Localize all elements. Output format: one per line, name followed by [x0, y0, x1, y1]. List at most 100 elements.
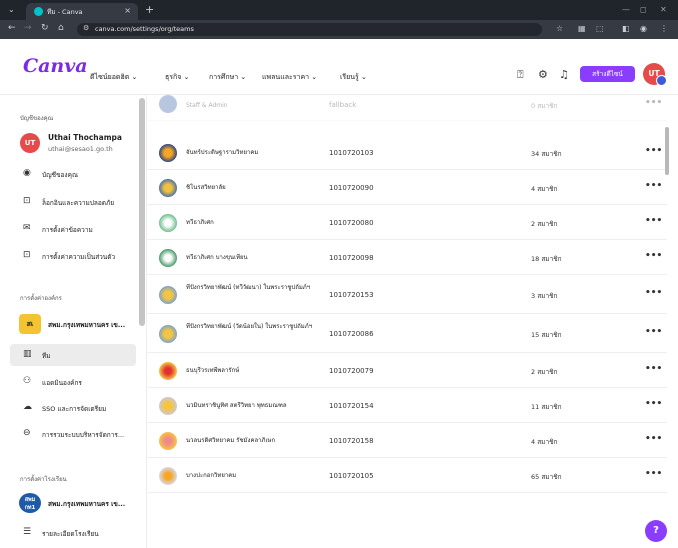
team-members: 0 สมาชิก	[531, 102, 558, 110]
create-design-button[interactable]: สร้างดีไซน์	[580, 66, 635, 82]
window-close-icon[interactable]: ✕	[660, 5, 667, 14]
sidebar-item-your-account[interactable]: ◉ บัญชีของคุณ	[0, 163, 138, 185]
back-icon[interactable]: ←	[8, 23, 16, 33]
browser-toolbar: ← → ↻ ⌂ ⚙ canva.com/settings/org/teams ☆…	[0, 20, 678, 39]
browser-tab[interactable]: ทีม - Canva ×	[26, 3, 138, 20]
sidebar-item-privacy[interactable]: ⊡ การตั้งค่าความเป็นส่วนตัว	[0, 245, 138, 267]
maximize-icon[interactable]: ◻	[640, 5, 647, 14]
more-options-icon[interactable]: •••	[645, 146, 662, 156]
more-options-icon[interactable]: •••	[645, 364, 662, 374]
notification-bell-icon[interactable]: ♫	[559, 68, 569, 81]
team-logo	[159, 325, 177, 343]
cloud-icon: ☁	[23, 402, 32, 412]
puzzle-icon[interactable]: ⬚	[596, 24, 604, 33]
table-row[interactable]: ทวีธาภิเศก 1010720080 2 สมาชิก •••	[147, 206, 667, 240]
tab-close-icon[interactable]: ×	[124, 6, 131, 15]
user-avatar: UT	[20, 133, 40, 153]
sidebar-item-sso[interactable]: ☁ SSO และการจัดเตรียม	[0, 397, 138, 419]
table-row[interactable]: ชิโนรสวิทยาลัย 1010720090 4 สมาชิก •••	[147, 171, 667, 205]
nav-pricing[interactable]: แพลนและราคา ⌄	[262, 72, 317, 83]
table-row[interactable]: ธนบุรีวรเทพีพลารักษ์ 1010720079 2 สมาชิก…	[147, 354, 667, 388]
forward-icon[interactable]: →	[24, 23, 32, 33]
more-options-icon[interactable]: •••	[645, 216, 662, 226]
more-options-icon[interactable]: •••	[645, 288, 662, 298]
reload-icon[interactable]: ↻	[41, 23, 49, 33]
more-options-icon[interactable]: •••	[645, 181, 662, 191]
canva-logo[interactable]: Canva	[23, 55, 88, 77]
lock-icon: ⊡	[23, 196, 31, 206]
team-members: 18 สมาชิก	[531, 255, 562, 263]
table-row[interactable]: จันทร์ประดิษฐารามวิทยาคม 1010720103 34 ส…	[147, 136, 667, 170]
sidebar-item-management-integration[interactable]: ⊖ การรวมระบบบริหารจัดการ...	[0, 423, 138, 445]
team-name: นวมินทราชินูทิศ สตรีวิทยา พุทธมณฑล	[186, 402, 287, 409]
table-row[interactable]: ทีปังกรวิทยาพัฒน์ (ทวีวัฒนา) ในพระราชูปถ…	[147, 276, 667, 314]
address-bar[interactable]: ⚙ canva.com/settings/org/teams	[77, 23, 542, 36]
team-icon: ▥	[23, 349, 32, 359]
team-logo	[159, 467, 177, 485]
team-logo	[159, 249, 177, 267]
site-info-icon[interactable]: ⚙	[83, 24, 89, 32]
nav-learn[interactable]: เรียนรู้ ⌄	[340, 72, 367, 83]
team-logo	[159, 144, 177, 162]
table-row[interactable]: ทวีธาภิเศก บางขุนเทียน 1010720098 18 สมา…	[147, 241, 667, 275]
table-row[interactable]: นวมินทราชินูทิศ สตรีวิทยา พุทธมณฑล 10107…	[147, 389, 667, 423]
org-team-name[interactable]: สพม.กรุงเทพมหานคร เข...	[48, 320, 125, 330]
table-row[interactable]: Staff & Admin fallback 0 สมาชิก •••	[147, 95, 667, 121]
team-members: 3 สมาชิก	[531, 292, 558, 300]
user-name: Uthai Thochampa	[48, 133, 122, 142]
help-circle-icon[interactable]: ⍰	[517, 68, 524, 82]
table-row[interactable]: ทีปังกรวิทยาพัฒน์ (วัดน้อยใน) ในพระราชูป…	[147, 315, 667, 353]
sidebar-item-org-admins[interactable]: ⚇ แอดมินองค์กร	[0, 371, 138, 393]
sidebar-scrollbar[interactable]	[139, 98, 145, 326]
table-row[interactable]: บางปะกอกวิทยาคม 1010720105 65 สมาชิก •••	[147, 459, 667, 493]
sidebar-item-login-security[interactable]: ⊡ ล็อกอินและความปลอดภัย	[0, 191, 138, 213]
user-circle-icon: ◉	[23, 168, 31, 178]
team-logo	[159, 362, 177, 380]
team-id: 1010720103	[329, 149, 374, 157]
table-row[interactable]: นวลนรดิศวิทยาคม รัชมังคลาภิเษก 101072015…	[147, 424, 667, 458]
browser-menu-icon[interactable]: ⋮	[660, 24, 668, 33]
url-text: canva.com/settings/org/teams	[95, 25, 194, 33]
minimize-icon[interactable]: —	[622, 5, 630, 14]
mail-icon: ✉	[23, 223, 31, 233]
browser-tab-bar: ⌄ ทีม - Canva × + — ◻ ✕	[0, 0, 678, 20]
profile-icon[interactable]: ◉	[640, 24, 647, 33]
more-options-icon[interactable]: •••	[645, 434, 662, 444]
help-button[interactable]: ?	[645, 520, 667, 542]
team-id: 1010720090	[329, 184, 374, 192]
new-tab-icon[interactable]: +	[145, 3, 154, 16]
team-name: ธนบุรีวรเทพีพลารักษ์	[186, 367, 240, 374]
team-id: 1010720105	[329, 472, 374, 480]
nav-business[interactable]: ธุรกิจ ⌄	[165, 72, 189, 83]
bookmark-star-icon[interactable]: ☆	[556, 24, 563, 33]
team-id: 1010720079	[329, 367, 374, 375]
more-options-icon[interactable]: •••	[645, 251, 662, 261]
more-options-icon[interactable]: •••	[645, 399, 662, 409]
extension-icon[interactable]: ▦	[578, 24, 586, 33]
sidebar-item-message-settings[interactable]: ✉ การตั้งค่าข้อความ	[0, 218, 138, 240]
sidebar-item-school-details[interactable]: ☰ รายละเอียดโรงเรียน	[0, 522, 138, 544]
more-options-icon[interactable]: •••	[645, 469, 662, 479]
main-scrollbar[interactable]	[665, 127, 669, 175]
school-name[interactable]: สพม.กรุงเทพมหานคร เข...	[48, 499, 125, 509]
school-section-heading: การตั้งค่าโรงเรียน	[20, 476, 67, 483]
sidebar-item-teams[interactable]: ▥ ทีม	[10, 344, 136, 366]
team-logo	[159, 214, 177, 232]
team-members: 34 สมาชิก	[531, 150, 562, 158]
more-options-icon[interactable]: •••	[645, 98, 662, 108]
team-name: นวลนรดิศวิทยาคม รัชมังคลาภิเษก	[186, 437, 276, 444]
teams-table: Staff & Admin fallback 0 สมาชิก ••• จันท…	[147, 95, 678, 548]
tab-search-icon[interactable]: ⌄	[8, 5, 15, 14]
nav-popular-designs[interactable]: ดีไซน์ยอดฮิต ⌄	[90, 72, 137, 83]
more-options-icon[interactable]: •••	[645, 327, 662, 337]
team-id: 1010720158	[329, 437, 374, 445]
settings-gear-icon[interactable]: ⚙	[538, 68, 548, 81]
nav-education[interactable]: การศึกษา ⌄	[209, 72, 246, 83]
user-email: uthai@sesao1.go.th	[48, 145, 113, 153]
team-name: ทีปังกรวิทยาพัฒน์ (ทวีวัฒนา) ในพระราชูปถ…	[186, 284, 311, 291]
home-icon[interactable]: ⌂	[58, 23, 64, 33]
team-id: 1010720098	[329, 254, 374, 262]
sidebar-toggle-icon[interactable]: ◧	[622, 24, 630, 33]
team-id: 1010720080	[329, 219, 374, 227]
team-logo	[159, 179, 177, 197]
